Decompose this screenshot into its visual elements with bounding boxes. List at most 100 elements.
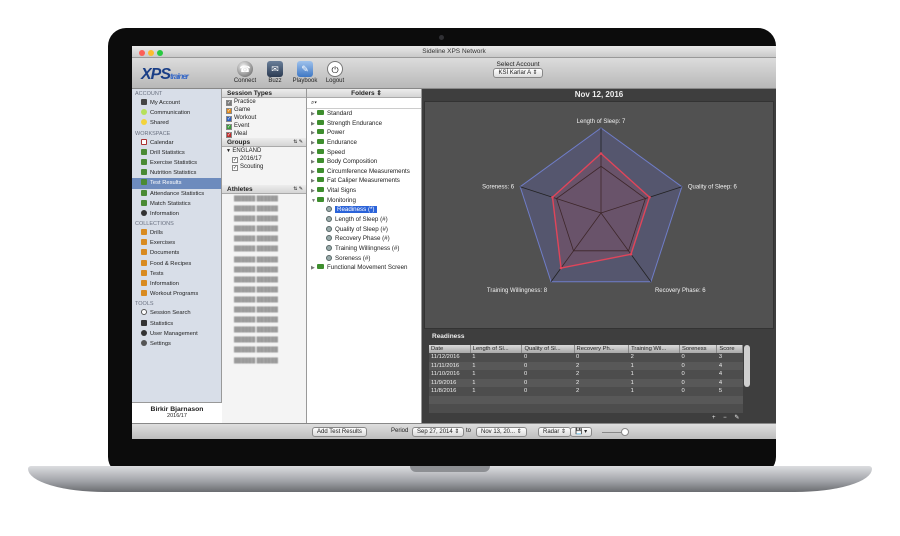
tree-item[interactable]: ▶ Speed [307, 148, 421, 158]
group-2016-17[interactable]: ✓ 2016/17 [222, 155, 306, 163]
session-type-practice[interactable]: ✓ Practice [222, 98, 306, 106]
column-header[interactable]: Training Wil... [628, 345, 681, 353]
tree-item[interactable]: Recovery Phase (#) [307, 234, 421, 244]
tree-item[interactable]: ▼ Monitoring [307, 196, 421, 206]
tree-item[interactable]: Soreness (#) [307, 254, 421, 264]
session-type-meal[interactable]: ✓ Meal [222, 130, 306, 138]
tree-item[interactable]: Training Willingness (#) [307, 244, 421, 254]
minimize-button[interactable] [148, 50, 154, 56]
session-type-workout[interactable]: ✓ Workout [222, 114, 306, 122]
athlete-row[interactable]: ██████ ██████ [222, 285, 306, 295]
connect-button[interactable]: ☎ Connect [230, 61, 260, 84]
account-dropdown[interactable]: KSÍ Karlar A ⇕ [493, 68, 543, 78]
table-row[interactable] [429, 404, 743, 413]
table-row[interactable] [429, 395, 743, 404]
sidebar-item-exercises[interactable]: Exercises [132, 238, 221, 248]
session-type-game[interactable]: ✓ Game [222, 106, 306, 114]
athlete-row[interactable]: ██████ ██████ [222, 315, 306, 325]
close-button[interactable] [139, 50, 145, 56]
sidebar-item-shared[interactable]: Shared [132, 118, 221, 128]
column-header[interactable]: Date [429, 345, 471, 353]
athlete-row[interactable]: ██████ ██████ [222, 275, 306, 285]
sidebar-item-drills[interactable]: Drills [132, 228, 221, 238]
athlete-row[interactable]: ██████ ██████ [222, 345, 306, 355]
table-add-remove-icons[interactable]: + − ✎ [712, 414, 742, 421]
column-header[interactable]: Score [716, 345, 743, 353]
table-scrollbar[interactable] [744, 345, 750, 387]
sidebar-item-session-search[interactable]: Session Search [132, 308, 221, 318]
sidebar-item-communication[interactable]: Communication [132, 108, 221, 118]
tree-item[interactable]: ▶ Circumference Measurements [307, 167, 421, 177]
chart-type-select[interactable]: Radar ⇕ [538, 427, 572, 437]
sidebar-item-my-account[interactable]: My Account [132, 98, 221, 108]
athlete-row[interactable]: ██████ ██████ [222, 224, 306, 234]
sidebar-item-calendar[interactable]: Calendar [132, 138, 221, 148]
tree-item[interactable]: ▶ Power [307, 128, 421, 138]
buzz-button[interactable]: ✉ Buzz [260, 61, 290, 84]
radar-axis-label: Soreness: 6 [482, 185, 515, 191]
table-row[interactable]: 11/9/2016 1 0 2 1 0 4 [429, 378, 743, 387]
group-england[interactable]: ▼ ENGLAND [222, 147, 306, 155]
sidebar-item-settings[interactable]: Settings [132, 339, 221, 349]
athlete-row[interactable]: ██████ ██████ [222, 204, 306, 214]
column-header[interactable]: Length of Sl... [470, 345, 523, 353]
sidebar-item-documents[interactable]: Documents [132, 248, 221, 258]
sidebar-item-exercise-statistics[interactable]: Exercise Statistics [132, 158, 221, 168]
table-cell: 0 [679, 361, 717, 370]
athlete-list: ██████ ██████ ██████ ██████ ██████ ██████ █… [222, 194, 306, 366]
sidebar-item-collection-information[interactable]: Information [132, 279, 221, 289]
tree-item[interactable]: ▶ Fat Caliper Measurements [307, 176, 421, 186]
period-from-input[interactable]: Sep 27, 2014 ⇕ [412, 427, 465, 437]
athlete-row[interactable]: ██████ ██████ [222, 194, 306, 204]
tree-item[interactable]: Readiness (*) [307, 205, 421, 215]
column-header[interactable]: Recovery Ph... [574, 345, 630, 353]
sidebar-item-food-recipes[interactable]: Food & Recipes [132, 259, 221, 269]
session-type-event[interactable]: ✓ Event [222, 122, 306, 130]
athlete-row[interactable]: ██████ ██████ [222, 255, 306, 265]
tree-item[interactable]: ▶ Functional Movement Screen [307, 263, 421, 273]
period-to-input[interactable]: Nov 13, 20... ⇕ [476, 427, 527, 437]
athletes-header: Athletes ⇅ ✎ [222, 185, 306, 194]
sidebar-item-tests[interactable]: Tests [132, 269, 221, 279]
zoom-slider-knob[interactable] [621, 428, 629, 436]
column-header[interactable]: Soreness [679, 345, 718, 353]
tree-item[interactable]: ▶ Standard [307, 109, 421, 119]
athlete-row[interactable]: ██████ ██████ [222, 305, 306, 315]
logout-button[interactable]: ⏻ Logout [320, 61, 350, 84]
athlete-row[interactable]: ██████ ██████ [222, 325, 306, 335]
tree-item[interactable]: ▶ Vital Signs [307, 186, 421, 196]
athlete-row[interactable]: ██████ ██████ [222, 214, 306, 224]
folders-selector[interactable]: Folders ⇕ [307, 89, 421, 98]
tree-item[interactable]: Length of Sleep (#) [307, 215, 421, 225]
sidebar-item-match-statistics[interactable]: Match Statistics [132, 199, 221, 209]
sidebar-item-user-management[interactable]: User Management [132, 329, 221, 339]
tree-item[interactable]: Quality of Sleep (#) [307, 225, 421, 235]
tree-item[interactable]: ▶ Endurance [307, 138, 421, 148]
athlete-row[interactable]: ██████ ██████ [222, 244, 306, 254]
playbook-button[interactable]: ✎ Playbook [290, 61, 320, 84]
sidebar-item-information[interactable]: Information [132, 209, 221, 219]
sidebar-item-attendance-statistics[interactable]: Attendance Statistics [132, 189, 221, 199]
table-row[interactable]: 11/12/2016 1 0 0 2 0 3 [429, 353, 743, 362]
folder-search-input[interactable]: ⌕▾ [307, 98, 421, 109]
add-test-results-button[interactable]: Add Test Results [312, 427, 367, 437]
table-row[interactable]: 11/11/2016 1 0 2 1 0 4 [429, 361, 743, 370]
tree-item[interactable]: ▶ Strength Endurance [307, 119, 421, 129]
athlete-row[interactable]: ██████ ██████ [222, 234, 306, 244]
athlete-row[interactable]: ██████ ██████ [222, 335, 306, 345]
group-scouting[interactable]: ✓ Scouting [222, 163, 306, 171]
sidebar-item-test-results[interactable]: Test Results [132, 178, 221, 189]
table-row[interactable]: 11/10/2016 1 0 2 1 0 4 [429, 370, 743, 379]
sidebar-item-drill-statistics[interactable]: Drill Statistics [132, 148, 221, 158]
sidebar-item-nutrition-statistics[interactable]: Nutrition Statistics [132, 168, 221, 178]
save-menu-button[interactable]: 💾 ▾ [570, 427, 593, 437]
athlete-row[interactable]: ██████ ██████ [222, 356, 306, 366]
athlete-row[interactable]: ██████ ██████ [222, 295, 306, 305]
athlete-row[interactable]: ██████ ██████ [222, 265, 306, 275]
zoom-button[interactable] [157, 50, 163, 56]
tree-item[interactable]: ▶ Body Composition [307, 157, 421, 167]
column-header[interactable]: Quality of Sl... [521, 345, 575, 353]
table-row[interactable]: 11/8/2016 1 0 2 1 0 5 [429, 387, 743, 396]
sidebar-item-workout-programs[interactable]: Workout Programs [132, 289, 221, 299]
sidebar-item-statistics[interactable]: Statistics [132, 319, 221, 329]
